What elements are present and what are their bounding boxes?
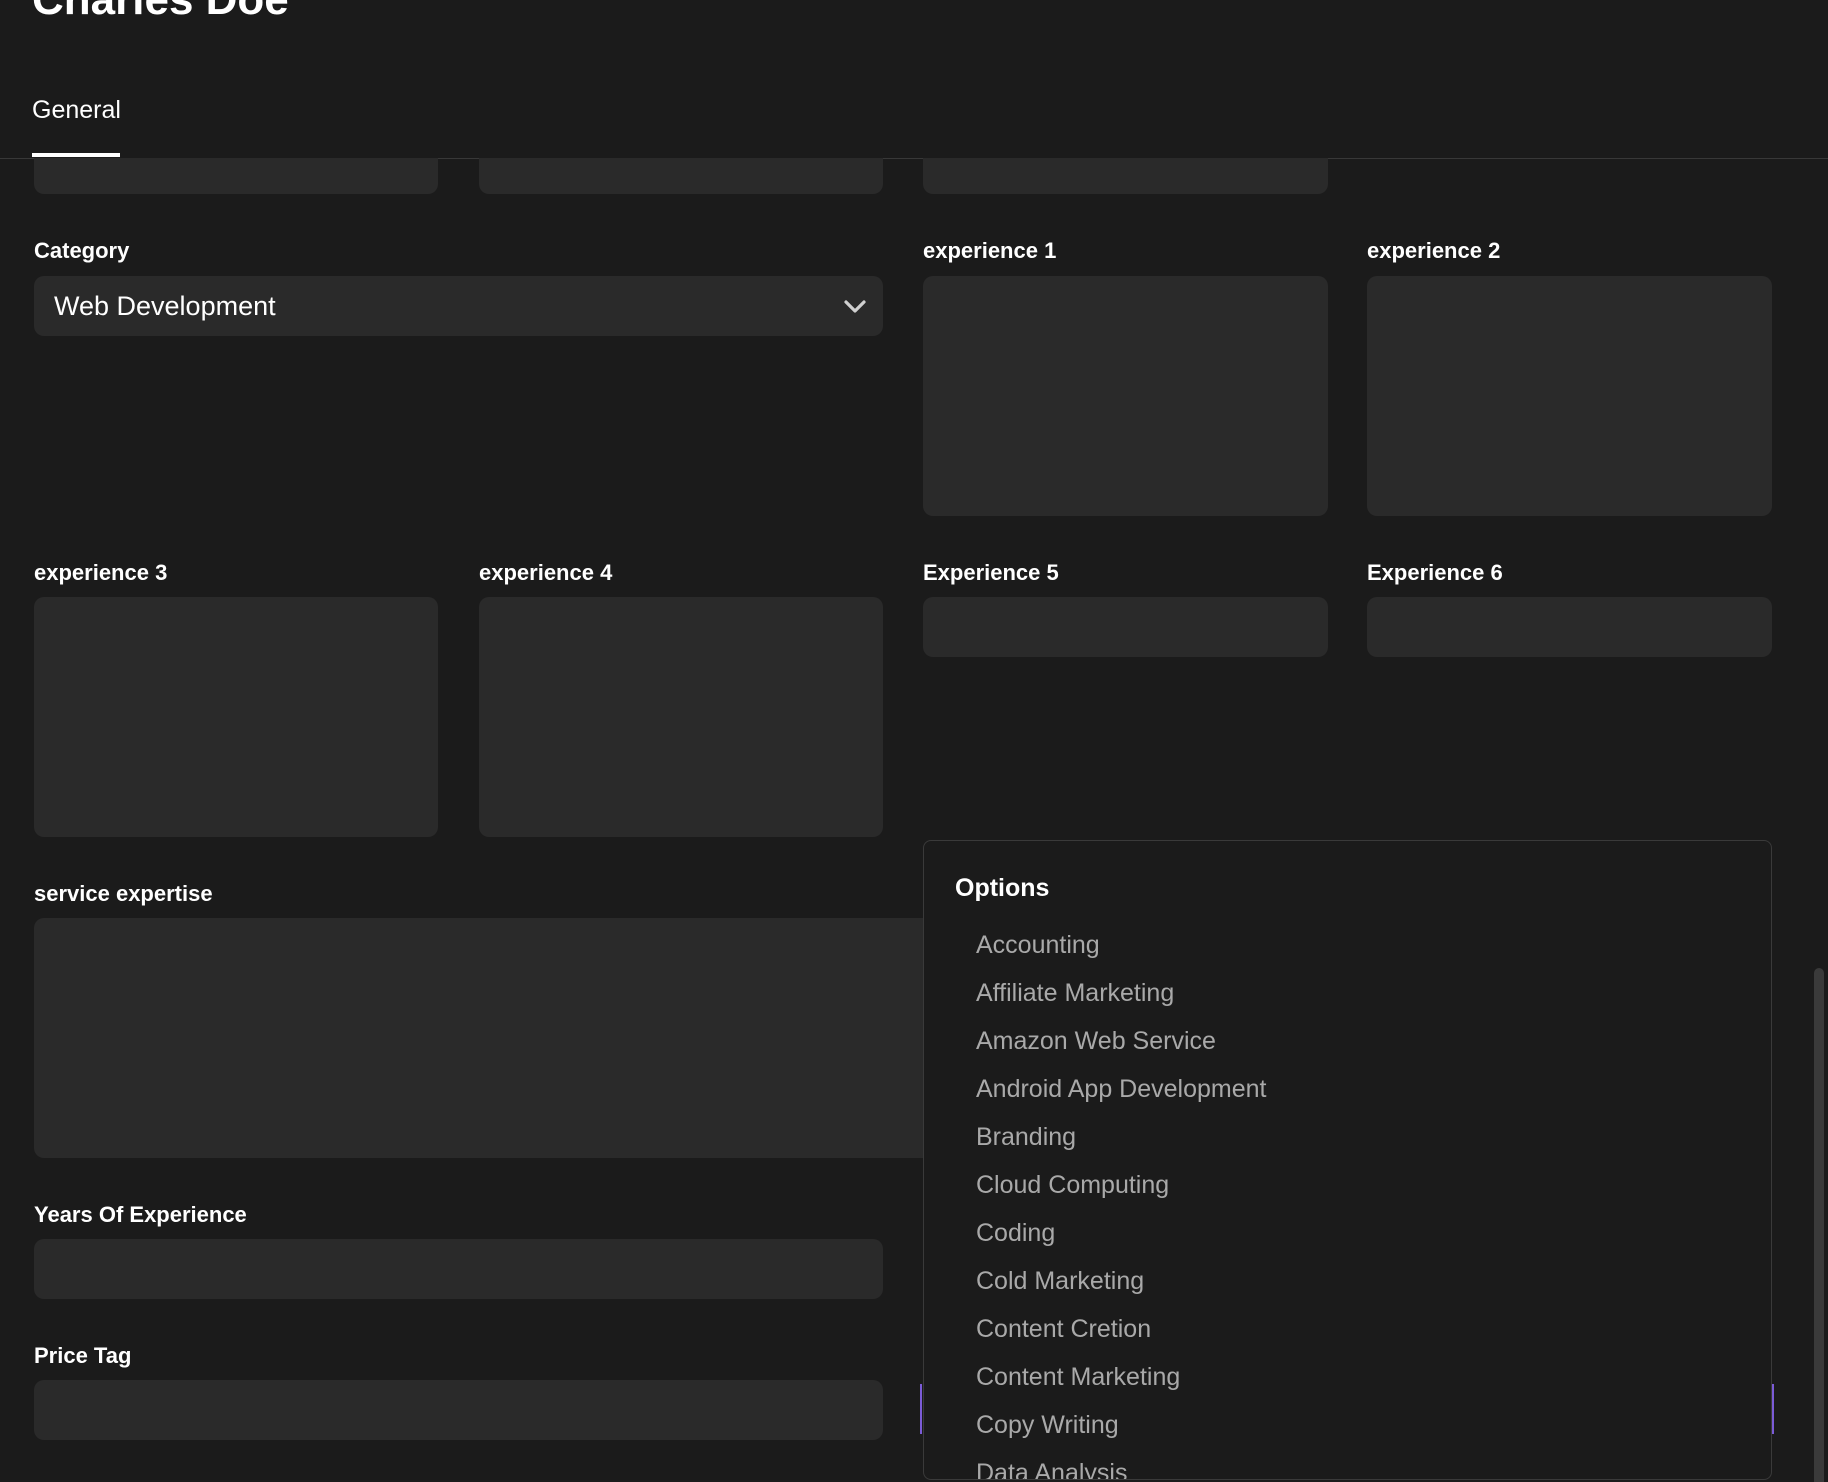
experience-4-label: experience 4 (479, 560, 613, 585)
focused-field-border-left (920, 1384, 922, 1434)
active-tab-indicator (32, 153, 120, 157)
option-item[interactable]: Content Cretion (924, 1305, 1771, 1353)
partial-field-3[interactable] (923, 158, 1328, 194)
page-scrollbar-thumb[interactable] (1814, 968, 1824, 1482)
experience-6-input[interactable] (1367, 597, 1772, 657)
option-item[interactable]: Content Marketing (924, 1353, 1771, 1401)
chevron-down-icon (844, 300, 866, 313)
category-select[interactable]: Web Development (34, 276, 883, 336)
service-expertise-textarea[interactable] (34, 918, 1034, 1158)
price-tag-label: Price Tag (34, 1343, 132, 1368)
partial-field-1[interactable] (34, 158, 438, 194)
experience-2-textarea[interactable] (1367, 276, 1772, 516)
experience-5-input[interactable] (923, 597, 1328, 657)
option-item[interactable]: Branding (924, 1113, 1771, 1161)
option-item[interactable]: Cold Marketing (924, 1257, 1771, 1305)
option-item[interactable]: Coding (924, 1209, 1771, 1257)
focused-field-border-right (1772, 1384, 1774, 1434)
category-label: Category (34, 238, 130, 263)
page-scrollbar[interactable] (1810, 158, 1828, 1482)
options-list: Accounting Affiliate Marketing Amazon We… (924, 921, 1771, 1479)
option-item[interactable]: Android App Development (924, 1065, 1771, 1113)
experience-6-label: Experience 6 (1367, 560, 1503, 585)
option-item[interactable]: Data Analysis (924, 1449, 1771, 1479)
experience-4-textarea[interactable] (479, 597, 883, 837)
options-heading: Options (955, 874, 1050, 902)
tab-bar: General (0, 0, 1828, 159)
experience-3-label: experience 3 (34, 560, 168, 585)
experience-1-label: experience 1 (923, 238, 1057, 263)
tab-general[interactable]: General (32, 96, 121, 158)
years-of-experience-label: Years Of Experience (34, 1202, 247, 1227)
experience-2-label: experience 2 (1367, 238, 1501, 263)
service-expertise-label: service expertise (34, 881, 213, 906)
option-item[interactable]: Affiliate Marketing (924, 969, 1771, 1017)
experience-5-label: Experience 5 (923, 560, 1059, 585)
option-item[interactable]: Accounting (924, 921, 1771, 969)
page: Charles Doe General Category Web Develop… (0, 0, 1828, 1482)
experience-1-textarea[interactable] (923, 276, 1328, 516)
experience-3-textarea[interactable] (34, 597, 438, 837)
option-item[interactable]: Copy Writing (924, 1401, 1771, 1449)
option-item[interactable]: Cloud Computing (924, 1161, 1771, 1209)
options-dropdown[interactable]: Options Accounting Affiliate Marketing A… (923, 840, 1772, 1480)
category-selected-value: Web Development (54, 291, 276, 321)
partial-field-2[interactable] (479, 158, 883, 194)
years-of-experience-input[interactable] (34, 1239, 883, 1299)
price-tag-input[interactable] (34, 1380, 883, 1440)
option-item[interactable]: Amazon Web Service (924, 1017, 1771, 1065)
